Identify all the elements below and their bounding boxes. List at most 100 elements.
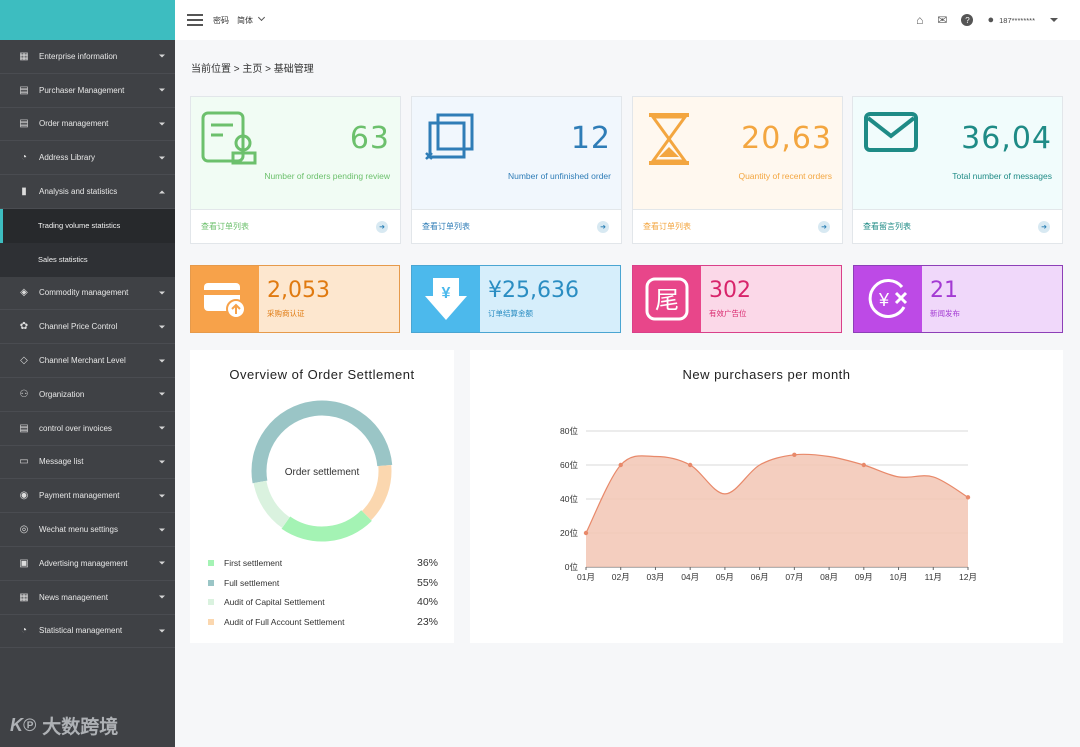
sidebar-item-statistical-management[interactable]: ◔ Statistical management	[0, 615, 175, 649]
data-point[interactable]	[618, 462, 623, 468]
sidebar-item-payment-management[interactable]: ◉ Payment management	[0, 479, 175, 514]
sidebar-item-label: Address Library	[39, 153, 96, 163]
donut-segment-audit-full-account	[361, 464, 392, 521]
menu-toggle-icon[interactable]	[187, 14, 203, 26]
x-tick-label: 11月	[925, 572, 942, 582]
y-tick-label: 20位	[560, 528, 578, 538]
card-icon	[863, 111, 919, 160]
legend-item[interactable]: Audit of Capital Settlement 40%	[208, 596, 438, 608]
sidebar-item-commodity-management[interactable]: ◈ Commodity management	[0, 277, 175, 311]
y-tick-label: 0位	[565, 562, 579, 572]
legend-item[interactable]: First settlement 36%	[208, 557, 438, 569]
sidebar-item-label: Message list	[39, 457, 84, 467]
sidebar-item-advertising-management[interactable]: ▣ Advertising management	[0, 547, 175, 581]
card-link-label: 查看留言列表	[863, 222, 911, 231]
x-tick-label: 02月	[612, 572, 630, 582]
card-link[interactable]: 查看留言列表 ➜	[853, 209, 1062, 243]
sidebar-item-analysis-and-statistics[interactable]: ▮ Analysis and statistics	[0, 175, 175, 209]
summary-card: 20,63 Quantity of recent orders 查看订单列表 ➜	[632, 96, 843, 244]
x-tick-label: 03月	[646, 572, 664, 582]
ad-icon: ▣	[19, 557, 29, 569]
card-link-label: 查看订单列表	[201, 222, 249, 231]
sidebar-item-enterprise-information[interactable]: ▦ Enterprise information	[0, 40, 175, 74]
card-link[interactable]: 查看订单列表 ➜	[412, 209, 621, 243]
donut-center-label: Order settlement	[285, 467, 360, 478]
arrow-right-icon[interactable]: ➜	[376, 221, 388, 233]
sidebar-item-label: Enterprise information	[39, 51, 118, 61]
stat-tile[interactable]: ¥21 新闻发布	[853, 265, 1063, 333]
sidebar-item-address-library[interactable]: ◔ Address Library	[0, 141, 175, 176]
caret-down-icon	[159, 426, 165, 430]
card-value: 36,04	[961, 121, 1052, 156]
y-tick-label: 40位	[560, 494, 578, 504]
sidebar-item-label: Purchaser Management	[39, 85, 125, 95]
purchasers-chart: 0位 20位 40位 60位 80位 01月 02月 03月 04月 05月 06月 07月 08月 09…	[560, 426, 977, 582]
sidebar-item-control-over-invoices[interactable]: ▤ control over invoices	[0, 412, 175, 446]
caret-down-icon	[159, 392, 165, 396]
sidebar-item-organization[interactable]: ⚇ Organization	[0, 378, 175, 412]
summary-card: 36,04 Total number of messages 查看留言列表 ➜	[852, 96, 1063, 244]
sidebar-item-purchaser-management[interactable]: ▤ Purchaser Management	[0, 74, 175, 108]
arrow-right-icon[interactable]: ➜	[597, 221, 609, 233]
card-label: Number of unfinished order	[507, 171, 611, 181]
order-icon: ▤	[19, 118, 29, 130]
sidebar-item-order-management[interactable]: ▤ Order management	[0, 108, 175, 142]
summary-card: 12 Number of unfinished order 查看订单列表 ➜	[411, 96, 622, 244]
data-point[interactable]	[792, 452, 797, 457]
brand-logo: K℗ 大数跨境	[10, 712, 118, 739]
sidebar-item-wechat-menu-settings[interactable]: ◎ Wechat menu settings	[0, 513, 175, 547]
sidebar-item-message-list[interactable]: ▭ Message list	[0, 446, 175, 480]
stat-value: ¥25,636	[488, 278, 579, 303]
caret-down-icon	[159, 528, 165, 532]
stat-icon: ¥	[412, 266, 480, 332]
user-menu[interactable]: ● 187********	[987, 14, 1058, 26]
settlement-panel: Overview of Order Settlement Order settl…	[190, 350, 454, 643]
card-link[interactable]: 查看订单列表 ➜	[633, 209, 842, 243]
arrow-right-icon[interactable]: ➜	[818, 221, 830, 233]
data-point[interactable]	[583, 530, 589, 536]
sidebar-item-channel-price-control[interactable]: ✿ Channel Price Control	[0, 310, 175, 345]
org-icon: ⚇	[19, 388, 29, 400]
legend-item[interactable]: Full settlement 55%	[208, 577, 438, 589]
area-fill	[586, 454, 968, 567]
sidebar-item-label: Advertising management	[39, 558, 128, 568]
user-name: 187********	[999, 15, 1035, 25]
arrow-right-icon[interactable]: ➜	[1038, 221, 1050, 233]
stat-icon: ¥	[854, 266, 922, 332]
user-icon: ●	[987, 14, 995, 26]
sidebar-item-channel-merchant-level[interactable]: ◇ Channel Merchant Level	[0, 344, 175, 378]
sidebar-subitem-sales-statistics[interactable]: Sales statistics	[0, 242, 175, 277]
stat-label: 有效广告位	[709, 309, 747, 318]
legend-percent: 55%	[416, 576, 438, 589]
brand-logo-text: 大数跨境	[42, 717, 119, 738]
caret-down-icon	[159, 54, 165, 58]
x-tick-label: 10月	[890, 572, 908, 582]
legend-item[interactable]: Audit of Full Account Settlement 23%	[208, 616, 438, 628]
stat-tile[interactable]: 尾 302 有效广告位	[632, 265, 842, 333]
svg-text:¥: ¥	[878, 290, 890, 310]
diamond-icon: ◇	[20, 355, 28, 367]
card-icon	[422, 111, 478, 172]
stat-value: 302	[709, 278, 751, 303]
data-point[interactable]	[965, 495, 971, 500]
sidebar-item-label: Analysis and statistics	[39, 187, 118, 197]
sidebar-subitem-trading-volume-statistics[interactable]: Trading volume statistics	[0, 208, 175, 243]
summary-card: 63 Number of orders pending review 查看订单列表 ➜	[190, 96, 401, 244]
card-link[interactable]: 查看订单列表 ➜	[191, 209, 400, 243]
sidebar-item-news-management[interactable]: ▦ News management	[0, 581, 175, 615]
data-point[interactable]	[687, 462, 693, 468]
card-link-label: 查看订单列表	[643, 222, 691, 231]
language-select[interactable]: 简体	[237, 13, 266, 26]
legend-name: Full settlement	[224, 577, 280, 588]
bar-chart-icon: ▮	[21, 186, 27, 198]
stat-icon: 尾	[633, 266, 701, 332]
wechat-icon[interactable]: ✉	[937, 13, 947, 27]
help-icon[interactable]: ?	[961, 14, 974, 26]
data-point[interactable]	[861, 462, 867, 468]
stat-tile[interactable]: ¥ ¥25,636 订单结算金额	[411, 265, 621, 333]
password-link[interactable]: 密码	[213, 15, 229, 26]
card-value: 63	[349, 121, 390, 156]
stat-tile[interactable]: 2,053 采购商认证	[190, 265, 400, 333]
legend-percent: 36%	[416, 557, 438, 569]
home-icon[interactable]: ⌂	[916, 13, 923, 27]
